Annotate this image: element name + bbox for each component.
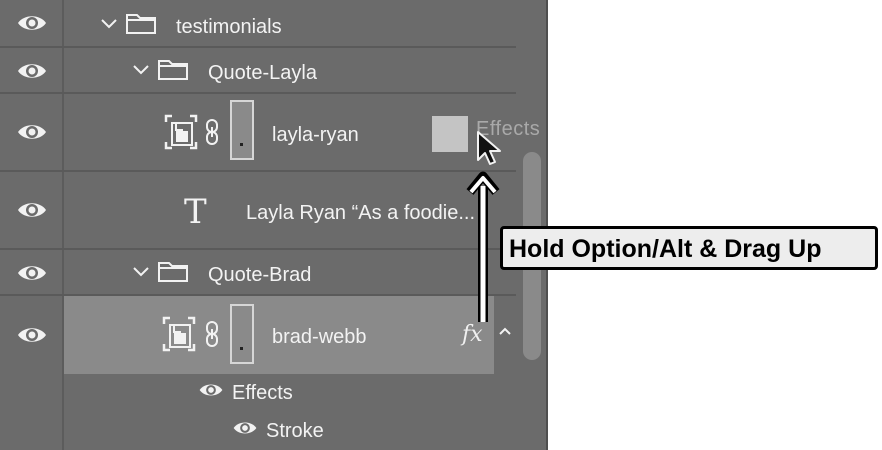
link-icon[interactable]	[204, 118, 220, 146]
layer-row-quote-layla[interactable]: Quote-Layla	[0, 48, 516, 94]
layer-name-quote-layla: Quote-Layla	[208, 62, 317, 84]
panel-edge	[546, 0, 548, 450]
instruction-callout: Hold Option/Alt & Drag Up	[500, 226, 878, 270]
chevron-down-icon[interactable]	[132, 266, 150, 278]
folder-icon	[158, 260, 188, 282]
eye-icon[interactable]	[16, 120, 48, 144]
arrow-up-icon	[466, 171, 500, 322]
layer-row-testimonials[interactable]: testimonials	[0, 0, 516, 48]
mouse-pointer-icon	[477, 131, 501, 165]
effects-row[interactable]: Effects	[0, 374, 516, 410]
chevron-down-icon[interactable]	[132, 64, 150, 76]
eye-icon[interactable]	[16, 11, 48, 35]
chevron-up-icon[interactable]	[498, 326, 512, 336]
folder-icon	[158, 58, 188, 80]
folder-icon	[126, 12, 156, 34]
smart-object-icon	[164, 114, 198, 150]
eye-icon[interactable]	[16, 261, 48, 285]
eye-icon[interactable]	[198, 380, 224, 400]
chevron-down-icon[interactable]	[100, 18, 118, 30]
layer-thumbnail	[230, 304, 254, 364]
eye-icon[interactable]	[232, 418, 258, 438]
layer-row-layla-text[interactable]: T Layla Ryan “As a foodie...	[0, 172, 516, 250]
eye-icon[interactable]	[16, 59, 48, 83]
drag-ghost-swatch	[432, 116, 468, 152]
layer-name-layla-ryan: layla-ryan	[272, 124, 359, 146]
type-layer-icon: T	[184, 192, 207, 232]
effects-label: Effects	[232, 382, 293, 404]
stroke-effect-label: Stroke	[266, 420, 324, 442]
layer-row-quote-brad[interactable]: Quote-Brad	[0, 250, 516, 296]
callout-text: Hold Option/Alt & Drag Up	[509, 235, 822, 263]
smart-object-icon	[162, 316, 196, 352]
eye-icon[interactable]	[16, 323, 48, 347]
layer-name-brad-webb: brad-webb	[272, 326, 367, 348]
layer-row-brad-webb[interactable]: brad-webb fx	[0, 296, 516, 374]
layer-name-testimonials: testimonials	[176, 16, 282, 38]
stroke-row[interactable]: Stroke	[0, 412, 516, 450]
link-icon[interactable]	[204, 320, 220, 348]
layer-thumbnail	[230, 100, 254, 160]
layer-name-layla-text: Layla Ryan “As a foodie...	[246, 202, 476, 224]
layer-name-quote-brad: Quote-Brad	[208, 264, 312, 286]
eye-icon[interactable]	[16, 198, 48, 222]
